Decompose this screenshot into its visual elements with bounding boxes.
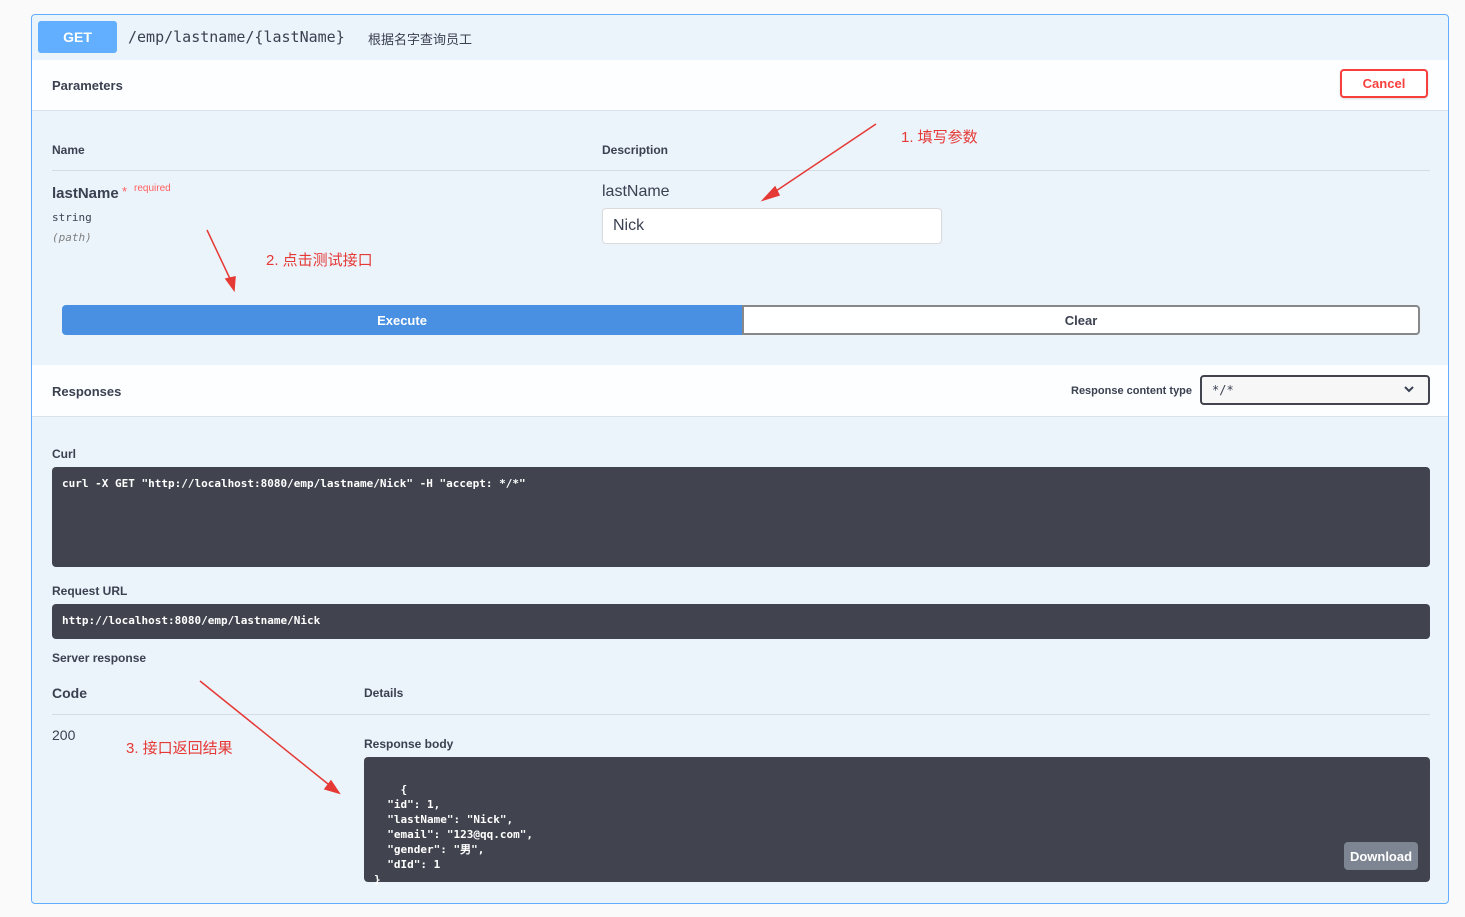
execute-button[interactable]: Execute <box>62 305 742 335</box>
response-content-type-select[interactable]: */* <box>1200 375 1430 405</box>
annotation-step3: 3. 接口返回结果 <box>126 740 233 757</box>
response-content-type-label: Response content type <box>1071 385 1193 397</box>
divider <box>52 714 1430 715</box>
curl-label: Curl <box>52 447 76 461</box>
required-star: * <box>122 184 128 199</box>
parameters-title: Parameters <box>52 78 123 93</box>
request-url-label: Request URL <box>52 584 128 598</box>
parameters-header: Parameters Cancel <box>32 59 1448 111</box>
curl-code[interactable]: curl -X GET "http://localhost:8080/emp/l… <box>52 467 1430 567</box>
clear-button[interactable]: Clear <box>742 305 1420 335</box>
operation-summary[interactable]: GET /emp/lastname/{lastName} 根据名字查询员工 <box>32 15 1448 60</box>
responses-title: Responses <box>52 384 122 399</box>
annotation-step2: 2. 点击测试接口 <box>266 252 373 269</box>
response-body-label: Response body <box>364 737 454 751</box>
param-description: lastName <box>602 183 670 200</box>
server-response-label: Server response <box>52 651 147 665</box>
endpoint-summary: 根据名字查询员工 <box>368 32 473 47</box>
details-header: Details <box>364 686 404 700</box>
download-button[interactable]: Download <box>1344 842 1418 870</box>
lastname-input[interactable] <box>602 208 942 244</box>
code-header: Code <box>52 685 87 701</box>
col-name-header: Name <box>52 143 85 157</box>
response-body-code[interactable]: { "id": 1, "lastName": "Nick", "email": … <box>364 757 1430 886</box>
endpoint-path: /emp/lastname/{lastName} <box>128 28 345 46</box>
col-description-header: Description <box>602 143 669 157</box>
required-label: required <box>134 183 171 194</box>
response-body-text: { "id": 1, "lastName": "Nick", "email": … <box>374 783 533 886</box>
divider <box>52 170 1430 171</box>
param-location: (path) <box>52 231 92 244</box>
chevron-down-icon <box>1403 383 1415 397</box>
operation-block: GET /emp/lastname/{lastName} 根据名字查询员工 Pa… <box>31 14 1449 904</box>
param-name: lastName <box>52 185 119 202</box>
cancel-button[interactable]: Cancel <box>1340 69 1428 98</box>
response-code: 200 <box>52 727 76 743</box>
param-type: string <box>52 211 92 224</box>
annotation-step1: 1. 填写参数 <box>901 129 978 146</box>
request-url-code[interactable]: http://localhost:8080/emp/lastname/Nick <box>52 604 1430 639</box>
method-badge: GET <box>38 21 117 53</box>
